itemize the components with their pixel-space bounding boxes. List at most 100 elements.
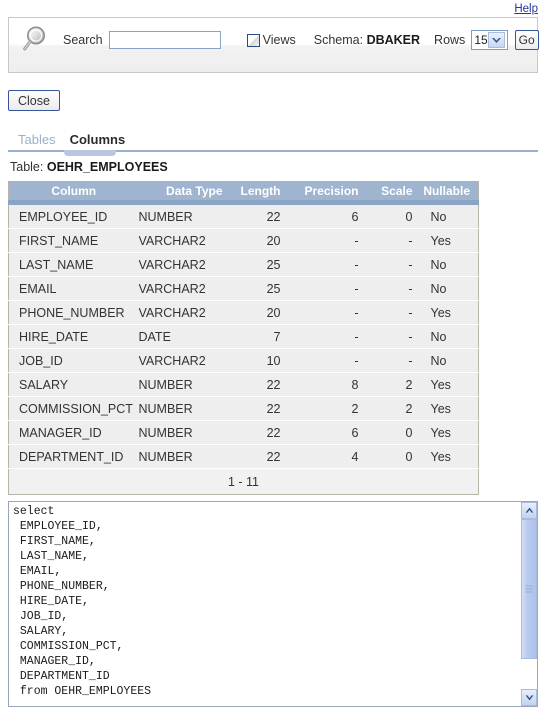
action-bar: Close (0, 73, 546, 111)
cell-length: 10 (230, 348, 289, 373)
cell-scale: 0 (366, 202, 421, 229)
pagination-label: 1 - 11 (8, 468, 479, 495)
sql-scrollbar[interactable] (520, 502, 537, 706)
table-row[interactable]: LAST_NAME VARCHAR2 25- - No (8, 252, 479, 277)
column-header-length[interactable]: Length (230, 181, 289, 205)
scroll-up-icon[interactable] (521, 502, 537, 519)
cell-length: 20 (230, 228, 289, 253)
search-panel: Search Views Schema: DBAKER Rows 15 Go (8, 17, 539, 73)
table-row[interactable]: EMAIL VARCHAR2 25- - No (8, 276, 479, 301)
active-tab-indicator (64, 150, 116, 156)
table-row[interactable]: DEPARTMENT_ID NUMBER 22 4 0 Yes (8, 444, 479, 469)
close-button[interactable]: Close (8, 90, 60, 111)
table-row[interactable]: PHONE_NUMBER VARCHAR2 20- - Yes (8, 300, 479, 325)
table-row[interactable]: FIRST_NAME VARCHAR2 20- - Yes (8, 228, 479, 253)
table-row[interactable]: HIRE_DATE DATE 7- - No (8, 324, 479, 349)
cell-length: 22 (230, 396, 289, 421)
cell-data-type: NUMBER (138, 420, 231, 445)
cell-scale: 2 (366, 372, 421, 397)
search-label: Search (63, 33, 103, 47)
cell-nullable: No (420, 202, 479, 229)
cell-data-type: DATE (138, 324, 231, 349)
cell-data-type: NUMBER (138, 202, 231, 229)
search-input[interactable] (108, 31, 221, 49)
report-body: EMPLOYEE_ID NUMBER 22 6 0 No FIRST_NAME VARCHAR… (8, 202, 479, 469)
cell-column: HIRE_DATE (8, 324, 139, 349)
cell-precision: 2 (288, 396, 367, 421)
cell-length: 25 (230, 252, 289, 277)
search-icon (21, 23, 55, 57)
column-header-nullable[interactable]: Nullable (420, 181, 479, 205)
cell-precision: 6 (288, 202, 367, 229)
cell-data-type: VARCHAR2 (138, 300, 231, 325)
cell-length: 20 (230, 300, 289, 325)
views-checkbox[interactable] (246, 33, 260, 47)
cell-column: DEPARTMENT_ID (8, 444, 139, 469)
cell-column: PHONE_NUMBER (8, 300, 139, 325)
report-header-row: Column Data Type Length Precision Scale … (8, 181, 479, 205)
cell-data-type: VARCHAR2 (138, 228, 231, 253)
scrollbar-track[interactable] (521, 519, 537, 689)
cell-nullable: Yes (420, 300, 479, 325)
go-button[interactable]: Go (514, 30, 539, 50)
table-row[interactable]: EMPLOYEE_ID NUMBER 22 6 0 No (8, 202, 479, 229)
table-title-name: OEHR_EMPLOYEES (46, 160, 168, 174)
column-header-precision[interactable]: Precision (288, 181, 367, 205)
views-filter[interactable]: Views (246, 33, 296, 47)
tab-bar: Tables Columns (8, 128, 538, 156)
report-footer: 1 - 11 (8, 468, 479, 495)
cell-precision: 4 (288, 444, 367, 469)
column-header-data-type[interactable]: Data Type (138, 181, 231, 205)
table-row[interactable]: JOB_ID VARCHAR2 10- - No (8, 348, 479, 373)
column-header-column[interactable]: Column (8, 181, 139, 205)
help-bar: Help (0, 0, 546, 16)
table-row[interactable]: SALARY NUMBER 22 8 2 Yes (8, 372, 479, 397)
cell-nullable: No (420, 348, 479, 373)
column-header-scale[interactable]: Scale (366, 181, 421, 205)
table-row[interactable]: COMMISSION_PCT NUMBER 22 2 2 Yes (8, 396, 479, 421)
sql-panel: select EMPLOYEE_ID, FIRST_NAME, LAST_NAM… (8, 501, 538, 707)
cell-length: 22 (230, 420, 289, 445)
cell-scale: - (366, 348, 421, 373)
cell-scale: - (366, 276, 421, 301)
cell-precision: 6 (288, 420, 367, 445)
scroll-down-icon[interactable] (521, 689, 537, 706)
rows-select-value: 15 (474, 33, 488, 47)
cell-precision: - (288, 324, 367, 349)
cell-data-type: VARCHAR2 (138, 252, 231, 277)
cell-scale: 0 (366, 420, 421, 445)
rows-label: Rows (434, 33, 466, 47)
cell-precision: - (288, 300, 367, 325)
search-panel-row: Search Views Schema: DBAKER Rows 15 Go (9, 18, 539, 58)
scrollbar-grip-icon (525, 585, 533, 593)
pagination-row: 1 - 11 (8, 468, 479, 495)
scrollbar-thumb[interactable] (521, 519, 537, 659)
cell-precision: 8 (288, 372, 367, 397)
cell-length: 22 (230, 372, 289, 397)
chevron-down-icon[interactable] (487, 32, 505, 48)
cell-scale: - (366, 252, 421, 277)
help-link[interactable]: Help (514, 3, 538, 15)
tab-tables[interactable]: Tables (11, 132, 63, 147)
cell-precision: - (288, 348, 367, 373)
cell-length: 22 (230, 202, 289, 229)
rows-select[interactable]: 15 (471, 30, 508, 50)
cell-column: SALARY (8, 372, 139, 397)
cell-nullable: No (420, 276, 479, 301)
tab-columns[interactable]: Columns (63, 132, 133, 147)
report-header: Column Data Type Length Precision Scale … (8, 181, 479, 205)
cell-nullable: No (420, 252, 479, 277)
cell-data-type: VARCHAR2 (138, 276, 231, 301)
schema-value: DBAKER (366, 33, 421, 47)
cell-column: LAST_NAME (8, 252, 139, 277)
cell-nullable: Yes (420, 396, 479, 421)
cell-length: 22 (230, 444, 289, 469)
cell-scale: 0 (366, 444, 421, 469)
cell-nullable: Yes (420, 420, 479, 445)
cell-scale: - (366, 300, 421, 325)
table-title-prefix: Table: (10, 160, 44, 174)
cell-nullable: No (420, 324, 479, 349)
table-row[interactable]: MANAGER_ID NUMBER 22 6 0 Yes (8, 420, 479, 445)
sql-textarea[interactable]: select EMPLOYEE_ID, FIRST_NAME, LAST_NAM… (9, 502, 520, 706)
cell-data-type: NUMBER (138, 372, 231, 397)
